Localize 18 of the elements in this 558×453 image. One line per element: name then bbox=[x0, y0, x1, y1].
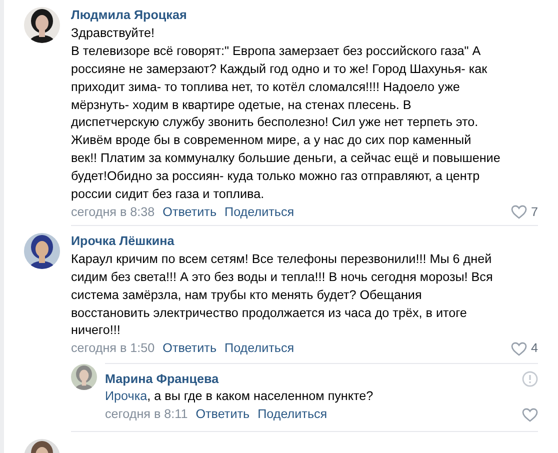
share-link[interactable]: Поделиться bbox=[224, 340, 294, 358]
comment-time: сегодня в 1:50 bbox=[71, 340, 155, 358]
comment-time: сегодня в 8:38 bbox=[71, 204, 155, 221]
author-name[interactable]: Марина Францева bbox=[105, 370, 219, 388]
reply-link[interactable]: Ответить bbox=[162, 340, 217, 358]
author-name[interactable]: Ирочка Лёшкина bbox=[71, 232, 174, 250]
author-name[interactable]: Людмила Яроцкая bbox=[71, 6, 187, 24]
mention-link[interactable]: Ирочка bbox=[105, 389, 148, 404]
share-link[interactable]: Поделиться bbox=[258, 406, 328, 424]
reply-link[interactable]: Ответить bbox=[196, 406, 250, 424]
reply-link[interactable]: Ответить bbox=[162, 204, 217, 221]
comment-text: Ирочка, а вы где в каком населенном пункте? bbox=[105, 388, 374, 406]
like-count: 4 bbox=[530, 340, 538, 358]
comment-text: Караул кричим по всем сетям! Все телефоны перезвонили!!! Мы 6 дней сидим без света!!! А это без воды и тепла!!! В ночь сегодня морозы! Вся система замёрзла, нам трубы кто менять будет? Обещания восстановить электричество продолжается из часа до трёх, в итоге ничего!!! bbox=[71, 250, 494, 340]
share-link[interactable]: Поделиться bbox=[224, 204, 294, 221]
like-count: 7 bbox=[530, 204, 538, 221]
comment-text: Здравствуйте! В телевизоре всё говорят:" Европа замерзает без российского газа" А россияне не замерзают? Каждый год одно и то же! Город Шахунья- как приходит зима- то топлива нет, то котёл сломался!!!! Надоело уже мёрзнуть- ходим в квартире одетые, на стенах плесень. В диспетчерскую службу звонить бесполезно! Сил уже нет терпеть это. Живём вроде бы в современном мире, а у нас до сих пор каменный век!! Платим за коммуналку большие деньги, а сейчас ещё и повышение будет!Обидно за россиян- куда только можно газ отправляют, а центр россии сидит без газа и топлива. bbox=[71, 24, 502, 204]
comment-time: сегодня в 8:11 bbox=[105, 406, 188, 424]
